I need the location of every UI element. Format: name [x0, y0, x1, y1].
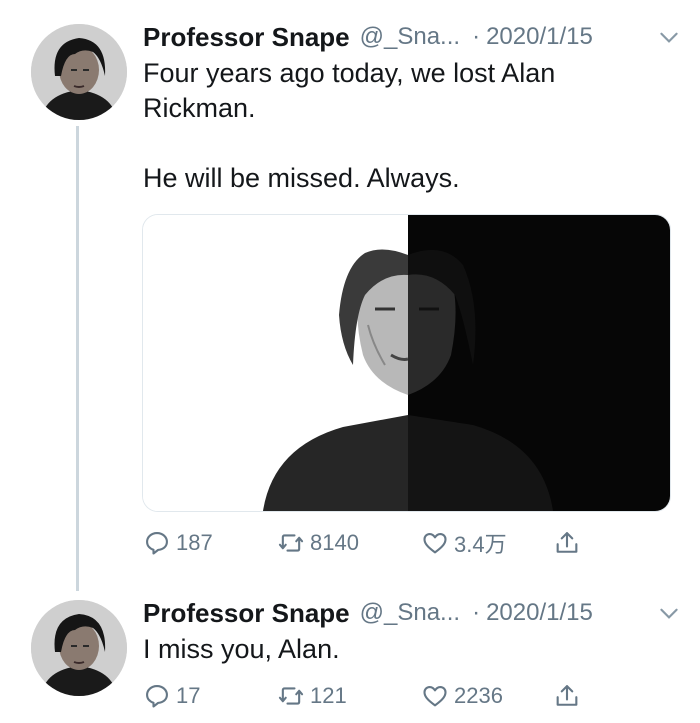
chevron-down-icon[interactable]: [656, 24, 682, 50]
tweet-text: Four years ago today, we lost Alan Rickm…: [143, 58, 556, 193]
avatar-portrait-icon: [31, 600, 127, 696]
heart-icon: [423, 685, 447, 707]
share-icon: [556, 685, 578, 706]
avatar-portrait-icon: [31, 24, 127, 120]
reply-icon: [146, 685, 168, 708]
like-button[interactable]: 2236: [421, 678, 503, 714]
like-button[interactable]: 3.4万: [421, 525, 507, 561]
tweet-date[interactable]: 2020/1/15: [486, 23, 593, 51]
tweet-actions: 17 121 2236: [143, 678, 603, 714]
author-handle[interactable]: @_Sna...: [360, 599, 460, 627]
reply-count: 187: [176, 530, 213, 555]
separator-dot: ·: [472, 599, 481, 626]
tweet-date[interactable]: 2020/1/15: [486, 599, 593, 627]
retweet-button[interactable]: 121: [277, 678, 347, 714]
author-name[interactable]: Professor Snape: [143, 598, 350, 629]
thread-connector-line: [76, 126, 79, 591]
like-count: 3.4万: [454, 532, 507, 557]
retweet-icon: [278, 534, 304, 552]
tweet-header: Professor Snape @_Sna... · 2020/1/15: [143, 20, 682, 54]
share-icon: [556, 532, 578, 553]
portrait-photo-icon: [143, 215, 670, 511]
avatar[interactable]: [31, 24, 127, 120]
like-count: 2236: [454, 683, 503, 708]
author-handle[interactable]: @_Sna...: [360, 23, 460, 51]
share-button[interactable]: [553, 525, 586, 561]
separator-dot: ·: [472, 23, 481, 50]
reply-button[interactable]: 17: [143, 678, 200, 714]
reply-button[interactable]: 187: [143, 525, 213, 561]
tweet-header: Professor Snape @_Sna... · 2020/1/15: [143, 596, 682, 630]
chevron-down-icon[interactable]: [656, 600, 682, 626]
retweet-count: 121: [310, 683, 347, 708]
heart-icon: [423, 532, 447, 554]
retweet-count: 8140: [310, 530, 359, 555]
share-button[interactable]: [553, 678, 586, 714]
tweet-actions: 187 8140 3.4万: [143, 525, 603, 561]
author-name[interactable]: Professor Snape: [143, 22, 350, 53]
avatar[interactable]: [31, 600, 127, 696]
tweet-text: I miss you, Alan.: [143, 634, 340, 664]
tweet-media-image[interactable]: [142, 214, 671, 512]
retweet-icon: [278, 687, 304, 705]
reply-icon: [146, 532, 168, 555]
reply-count: 17: [176, 683, 201, 708]
retweet-button[interactable]: 8140: [277, 525, 359, 561]
